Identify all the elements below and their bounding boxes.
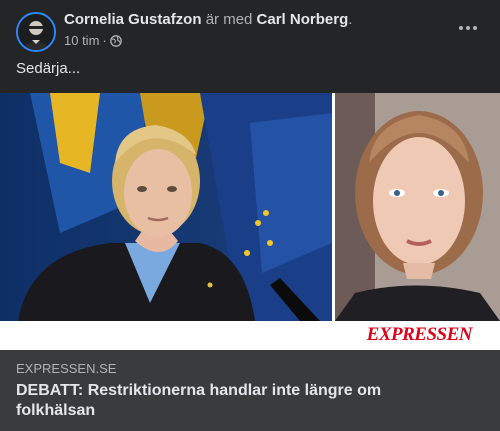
author-name[interactable]: Cornelia Gustafzon xyxy=(64,11,202,28)
period-text: . xyxy=(348,11,353,28)
meta-dot: · xyxy=(102,33,107,48)
post-time[interactable]: 10 tim xyxy=(64,33,99,48)
link-domain: EXPRESSEN.SE xyxy=(16,361,117,376)
link-headline[interactable]: DEBATT: Restriktionerna handlar inte län… xyxy=(16,381,436,421)
post-meta: 10 tim · xyxy=(64,33,122,48)
more-options-button[interactable] xyxy=(454,18,482,38)
post-header: Cornelia Gustafzon är med Carl Norberg. … xyxy=(0,0,500,58)
expressen-logo: EXPRESSEN xyxy=(366,324,473,345)
with-text: är med xyxy=(205,11,253,28)
link-info[interactable]: EXPRESSEN.SE DEBATT: Restriktionerna han… xyxy=(0,350,500,431)
post-text: Sedärja... xyxy=(16,60,81,77)
tagged-name[interactable]: Carl Norberg xyxy=(257,11,349,28)
author-line: Cornelia Gustafzon är med Carl Norberg. xyxy=(64,11,352,28)
photo-right xyxy=(335,93,500,321)
brand-strip: EXPRESSEN xyxy=(0,321,500,350)
photo-left xyxy=(0,93,332,321)
author-avatar[interactable] xyxy=(16,12,56,52)
globe-icon[interactable] xyxy=(109,34,122,47)
link-preview-image[interactable]: EXPRESSEN xyxy=(0,93,500,350)
more-horizontal-icon xyxy=(459,26,477,30)
